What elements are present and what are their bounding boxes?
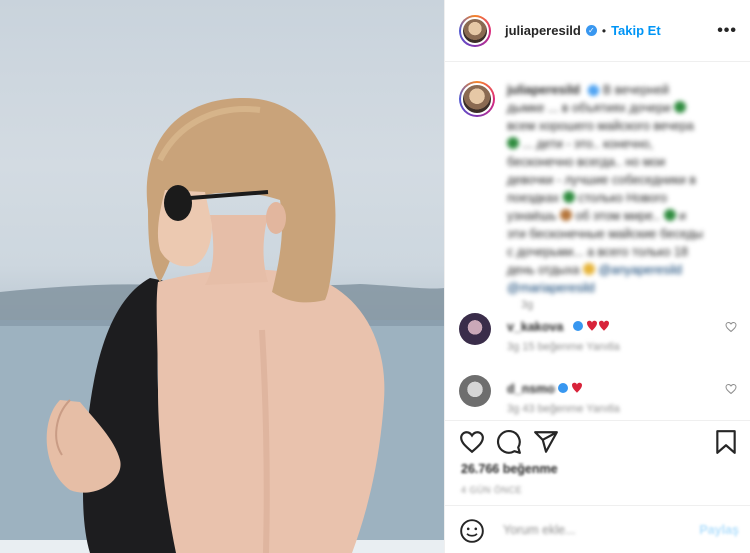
comment-username[interactable]: d_nsmo [507, 382, 555, 396]
caption-timestamp: 3g [521, 299, 534, 311]
post-header: juliaperesild ✓ • Takip Et ••• [445, 0, 750, 62]
caption-text-part5: об этом мире.. [575, 209, 661, 223]
author-avatar[interactable] [459, 14, 491, 47]
verified-icon: ✓ [585, 25, 597, 36]
photo-woman-on-boat [0, 97, 444, 553]
bookmark-icon[interactable] [713, 429, 739, 455]
heart-emojis-icon [573, 320, 609, 331]
caption-author-avatar[interactable] [459, 81, 495, 117]
comment-meta: 3g 43 beğenme Yanıtla [507, 403, 620, 415]
heart-emojis-icon [558, 382, 582, 393]
likes-count[interactable]: 26.766 beğenme [461, 462, 558, 476]
comment-icon[interactable] [496, 429, 522, 455]
smile-icon[interactable] [459, 518, 485, 544]
share-icon[interactable] [533, 429, 559, 455]
instagram-post: juliaperesild ✓ • Takip Et ••• juliapere… [0, 0, 750, 553]
emoji-icon [559, 209, 572, 221]
follow-button[interactable]: Takip Et [611, 23, 661, 38]
more-icon[interactable]: ••• [717, 22, 737, 40]
comments-list[interactable]: juliaperesild ✓ В вечерней дымке ... в о… [445, 63, 750, 420]
post-caption: juliaperesild ✓ В вечерней дымке ... в о… [459, 81, 739, 311]
comment-input[interactable]: Yorum ekle... [503, 523, 576, 537]
comment-item: v_kakova 3g 15 beğenme Yanıtla [459, 313, 741, 357]
caption-text: juliaperesild ✓ В вечерней дымке ... в о… [507, 81, 707, 297]
emoji-icon [674, 101, 687, 113]
heart-icon[interactable] [725, 321, 737, 333]
caption-mention-2[interactable]: @mariaperesild [507, 281, 595, 295]
add-comment-bar: Yorum ekle... Paylaş [445, 505, 750, 553]
heart-icon[interactable] [459, 429, 485, 455]
post-comment-button[interactable]: Paylaş [699, 523, 739, 537]
separator-dot: • [601, 23, 607, 38]
comment-avatar[interactable] [459, 375, 491, 407]
heart-icon[interactable] [725, 383, 737, 395]
comment-username[interactable]: v_kakova [507, 320, 563, 334]
author-username[interactable]: juliaperesild [505, 23, 581, 38]
emoji-icon [507, 137, 519, 149]
verified-icon: ✓ [588, 85, 600, 97]
comment-avatar[interactable] [459, 313, 491, 345]
comment-item: d_nsmo 3g 43 beğenme Yanıtla [459, 375, 741, 419]
post-date: 4 GÜN ÖNCE [461, 485, 523, 495]
post-photo[interactable] [0, 0, 444, 553]
caption-username[interactable]: juliaperesild [507, 83, 580, 97]
comment-meta: 3g 15 beğenme Yanıtla [507, 341, 620, 353]
emoji-icon [582, 263, 595, 275]
caption-text-part2: всем хорошего майского вечера [507, 119, 694, 133]
caption-mention-1[interactable]: @anyaperesild [598, 263, 682, 277]
emoji-icon [562, 191, 575, 203]
emoji-icon [663, 209, 676, 221]
post-actions: 26.766 beğenme 4 GÜN ÖNCE [445, 420, 750, 500]
post-sidebar: juliaperesild ✓ • Takip Et ••• juliapere… [444, 0, 750, 553]
